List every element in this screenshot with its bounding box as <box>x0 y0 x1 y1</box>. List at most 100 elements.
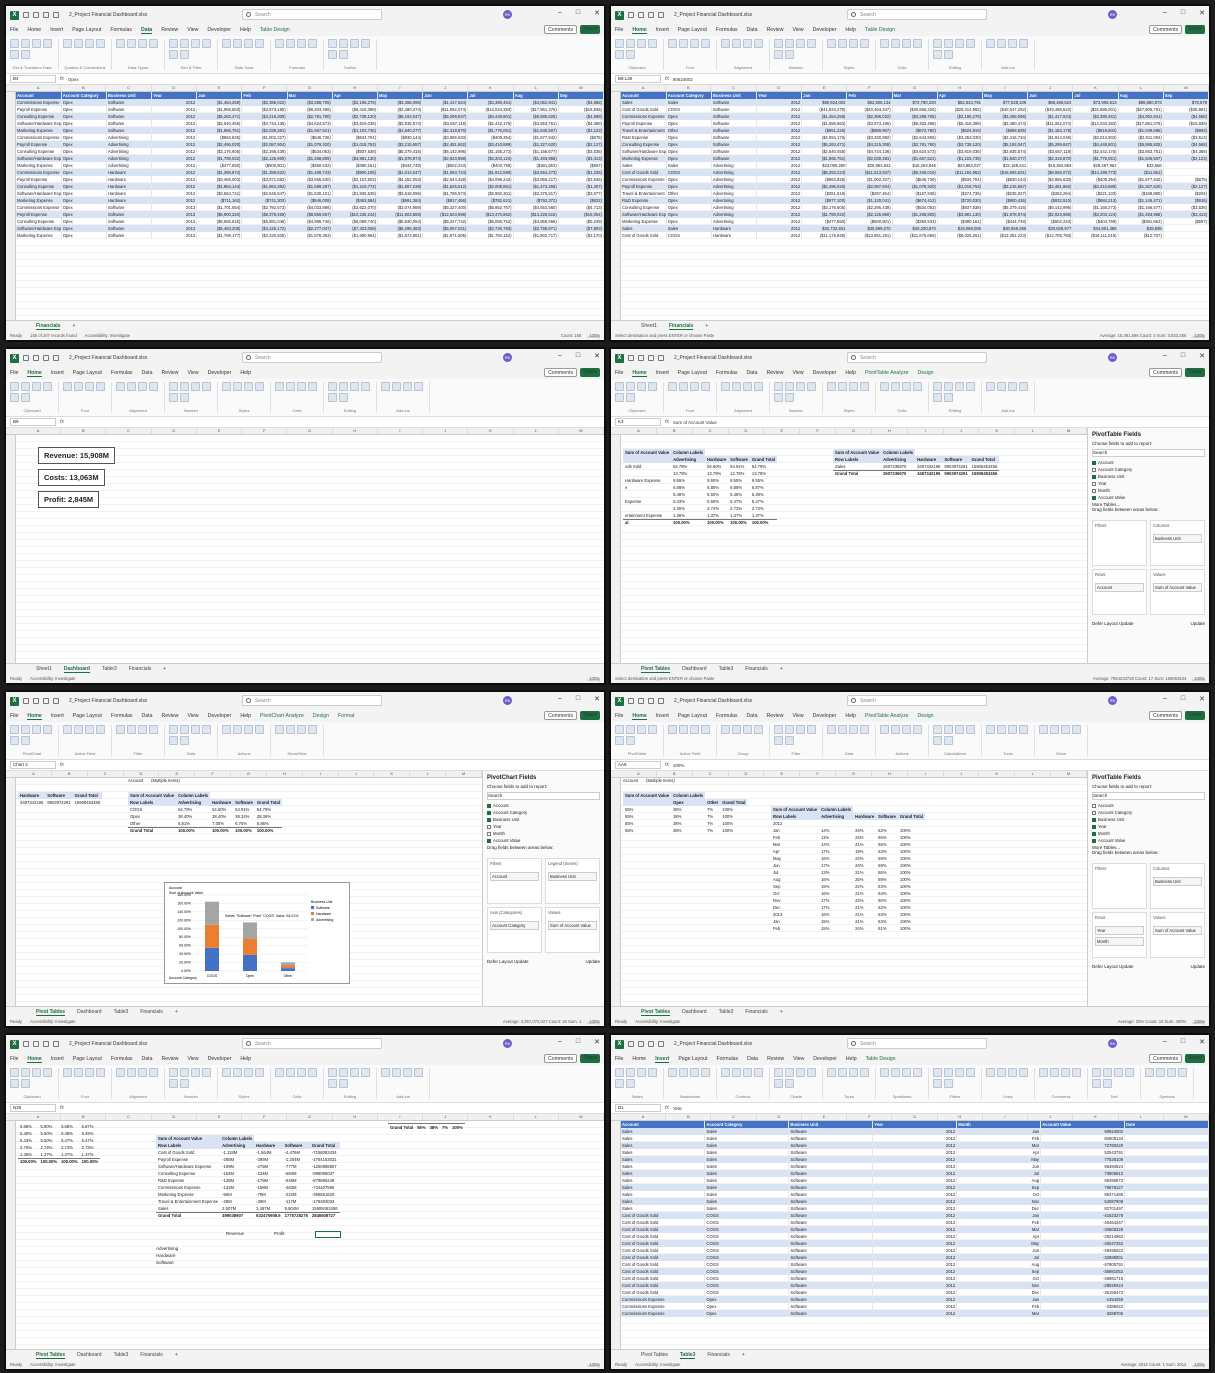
redo-icon[interactable] <box>53 12 59 18</box>
column-header[interactable]: F <box>195 771 232 777</box>
tab-context-context-tab[interactable]: PivotChart Analyze <box>260 713 304 719</box>
table-cell[interactable]: 54087908 <box>1040 1198 1126 1205</box>
ribbon-command-icon[interactable] <box>626 393 635 402</box>
table-cell[interactable]: $52,543,791 <box>937 99 984 106</box>
tab-page-layout[interactable]: Page Layout <box>73 370 102 376</box>
add-sheet-icon[interactable]: + <box>705 323 708 329</box>
sheet-tab[interactable]: Dashboard <box>77 1352 101 1358</box>
checkbox-icon[interactable] <box>1092 488 1096 493</box>
table-cell[interactable]: -28029424 <box>1040 1282 1126 1289</box>
area-columns[interactable]: Legend (Series) Business Unit <box>545 858 600 904</box>
table-cell[interactable]: Software <box>711 155 758 162</box>
defer-layout-checkbox[interactable]: Defer Layout Update <box>1092 964 1134 969</box>
ribbon-command-icon[interactable] <box>944 725 953 734</box>
column-header[interactable]: M <box>559 1114 604 1120</box>
ribbon-command-icon[interactable] <box>701 725 710 734</box>
field-checkbox[interactable]: Business Unit <box>487 817 600 822</box>
column-header[interactable]: D <box>152 428 197 434</box>
table-cell[interactable]: Cost of Goods Sold <box>621 169 667 176</box>
pivot-cell[interactable]: 60% <box>876 897 898 904</box>
filter-field-value[interactable]: (Multiple Items) <box>646 778 675 783</box>
column-header[interactable]: D <box>729 428 765 434</box>
table-cell[interactable]: Software <box>788 1156 874 1163</box>
checkbox-icon[interactable] <box>487 810 491 815</box>
table-cell[interactable]: ($3,176,605) <box>196 148 243 155</box>
ribbon-command-icon[interactable] <box>891 39 900 48</box>
table-cell[interactable]: ($3,289,705) <box>287 99 333 106</box>
ribbon-command-icon[interactable] <box>955 382 964 391</box>
ribbon-command-icon[interactable] <box>1050 725 1059 734</box>
tab-home[interactable]: Home <box>632 370 647 377</box>
table-cell[interactable]: Commissions Expense <box>621 1310 706 1317</box>
ribbon-command-icon[interactable] <box>1008 39 1017 48</box>
tab-page-layout[interactable]: Page Layout <box>678 713 707 719</box>
table-cell[interactable]: ($1,155,273) <box>1072 204 1119 211</box>
table-cell[interactable]: ($4,568) <box>558 113 604 120</box>
column-header[interactable]: J <box>339 771 375 777</box>
table-cell[interactable]: 2012 <box>151 169 198 176</box>
table-cell[interactable]: 2012 <box>756 218 803 225</box>
name-box[interactable]: AA9 <box>615 761 661 769</box>
pivot-cell[interactable]: 100.00% <box>749 518 778 526</box>
search-box[interactable]: Search <box>242 1038 382 1049</box>
table-cell[interactable]: Opex <box>61 113 107 120</box>
pivot-cell[interactable]: -28M <box>220 1198 254 1205</box>
table-cell[interactable]: Sales <box>621 1135 706 1142</box>
table-cell[interactable]: ($2,546,547) <box>241 190 288 197</box>
pivot-cell[interactable]: 25% <box>853 876 876 883</box>
name-box[interactable]: B4 <box>10 75 56 83</box>
table-cell[interactable]: Commissions Expense <box>16 204 62 211</box>
table-cell[interactable]: Consulting Expense <box>621 141 667 148</box>
pivot-cell[interactable]: -222M <box>283 1191 310 1198</box>
ribbon-command-icon[interactable] <box>10 736 19 745</box>
table-cell[interactable]: ($5,142,996) <box>422 148 469 155</box>
table-cell[interactable]: ($951,225) <box>801 127 848 134</box>
ribbon-command-icon[interactable] <box>275 725 284 734</box>
table-cell[interactable]: ($5,881,046) <box>241 218 288 225</box>
table-header-cell[interactable]: Account Category <box>666 92 712 99</box>
table-header-cell[interactable]: Month <box>956 1121 1042 1128</box>
table-cell[interactable]: Opex <box>666 204 712 211</box>
pivot-cell[interactable] <box>623 491 671 498</box>
ribbon-command-icon[interactable] <box>169 39 178 48</box>
column-header[interactable]: C <box>106 85 152 91</box>
pivot-cell[interactable]: 5.47% <box>80 1137 101 1144</box>
table-cell[interactable]: Software <box>106 211 153 218</box>
tab-developer[interactable]: Developer <box>208 1056 232 1062</box>
table-cell[interactable]: Marketing Expense <box>621 155 667 162</box>
summary-cell[interactable]: 9903974291 <box>45 799 72 806</box>
ribbon-command-icon[interactable] <box>339 39 348 48</box>
table-cell[interactable]: ($1,657,238) <box>377 183 424 190</box>
tab-insert[interactable]: Insert <box>50 27 63 33</box>
pivot-cell[interactable]: -1764153031 <box>310 1156 340 1163</box>
table-cell[interactable]: ($675) <box>1163 176 1209 183</box>
pivot-cell[interactable]: Payroll Expense <box>156 1156 220 1163</box>
table-cell[interactable]: Consulting Expense <box>16 113 62 120</box>
bar-advertising-opex[interactable] <box>243 922 257 939</box>
table-cell[interactable]: 2012 <box>872 1303 958 1310</box>
ribbon-command-icon[interactable] <box>827 725 836 734</box>
pivot-cell[interactable]: 55% <box>623 813 671 820</box>
table-cell[interactable]: 2012 <box>151 106 198 113</box>
checkbox-icon[interactable] <box>487 824 491 829</box>
pivot-cell[interactable]: Sales <box>156 1205 220 1212</box>
avatar[interactable]: RK <box>1108 10 1117 19</box>
pivot-row-labels[interactable]: Row Labels <box>771 813 820 820</box>
column-header[interactable]: L <box>1015 771 1052 777</box>
pivot-cell[interactable]: -285M <box>220 1156 254 1163</box>
table-cell[interactable]: ($168,880) <box>1118 190 1164 197</box>
table-cell[interactable] <box>1124 1135 1209 1142</box>
ribbon-command-icon[interactable] <box>180 393 189 402</box>
table-cell[interactable]: $30,599,270 <box>846 225 893 232</box>
pivot-cell[interactable]: 63% <box>876 848 898 855</box>
ribbon-command-icon[interactable] <box>637 39 646 48</box>
table-cell[interactable]: COGS <box>704 1226 790 1233</box>
pivot-cell[interactable]: Jan <box>771 827 819 834</box>
bar-hardware-cogs[interactable] <box>205 924 219 948</box>
tab-view[interactable]: View <box>793 370 804 376</box>
percent-table[interactable]: 6.88% 6.80% 6.88% 6.87% 5.48% 5.50% 5.48% 5.49%… <box>18 1123 101 1165</box>
pivot-cell[interactable]: 100% <box>898 841 925 848</box>
table-cell[interactable]: May <box>956 1240 1042 1247</box>
column-header[interactable]: M <box>559 428 604 434</box>
ribbon-command-icon[interactable] <box>308 725 317 734</box>
